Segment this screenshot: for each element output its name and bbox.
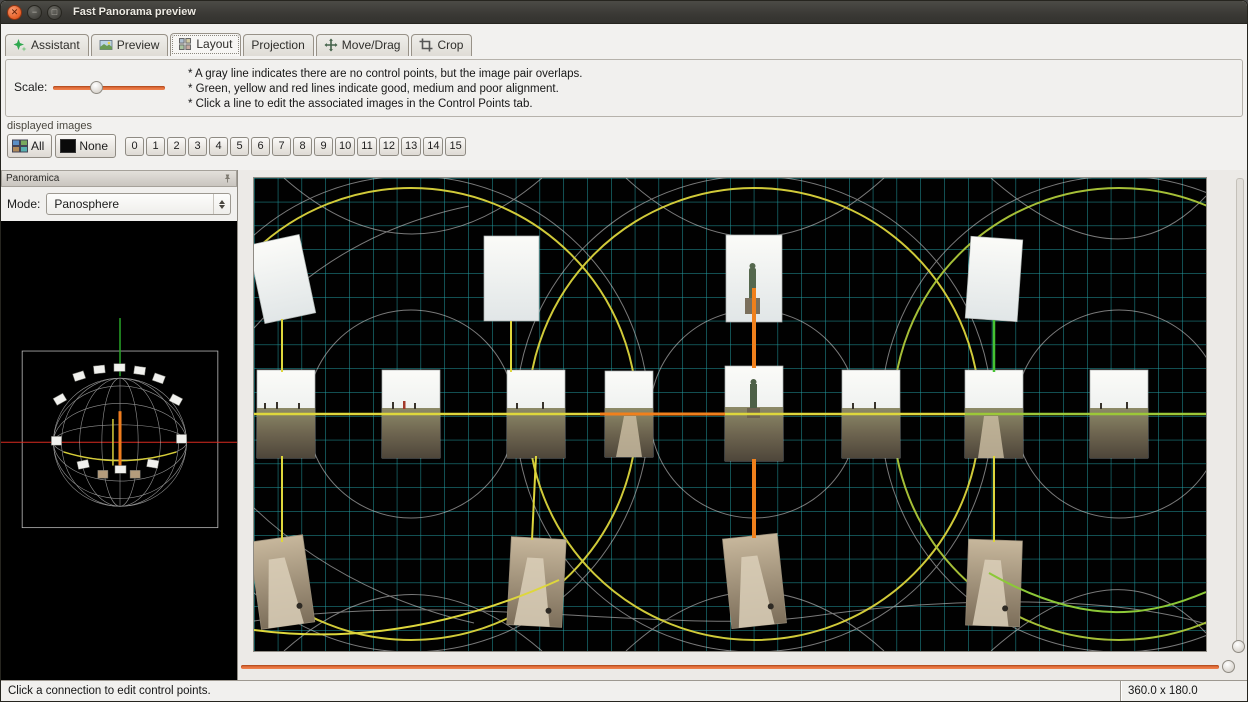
layout-graph [254, 178, 1206, 651]
legend-notes: * A gray line indicates there are no con… [188, 67, 582, 112]
tab-label: Preview [117, 38, 160, 52]
all-images-button[interactable]: All [7, 134, 52, 158]
scale-slider-handle[interactable] [90, 81, 103, 94]
mode-value: Panosphere [54, 197, 119, 211]
image-number-buttons: 0 1 2 3 4 5 6 7 8 9 [125, 137, 466, 156]
tab-crop[interactable]: Crop [411, 34, 472, 56]
image-toggle-button[interactable]: 5 [230, 137, 249, 156]
tab-assistant[interactable]: Assistant [5, 34, 89, 56]
panel-header: Panoramica [1, 170, 237, 187]
mode-select[interactable]: Panosphere [46, 193, 231, 215]
tab-preview[interactable]: Preview [91, 34, 169, 56]
titlebar: ✕ − □ Fast Panorama preview [1, 1, 1247, 24]
image-toggle-button[interactable]: 6 [251, 137, 270, 156]
image-toggle-button[interactable]: 4 [209, 137, 228, 156]
tab-bar: Assistant Preview Layout Projection [1, 24, 1247, 56]
panosphere-wireframe [1, 221, 237, 680]
pin-icon[interactable] [223, 173, 232, 184]
image-toggle-button[interactable]: 9 [314, 137, 333, 156]
all-images-label: All [31, 139, 44, 153]
no-images-icon [60, 139, 76, 153]
legend-note-gray: * A gray line indicates there are no con… [188, 67, 582, 82]
close-button[interactable]: ✕ [7, 5, 22, 20]
displayed-images-row: All None 0 1 2 3 4 [7, 134, 1241, 158]
mode-label: Mode: [7, 197, 40, 211]
spin-down-icon [219, 205, 225, 209]
legend-note-colors: * Green, yellow and red lines indicate g… [188, 82, 582, 97]
spin-up-icon [219, 200, 225, 204]
image-toggle-button[interactable]: 7 [272, 137, 291, 156]
legend-note-click: * Click a line to edit the associated im… [188, 97, 582, 112]
vertical-scrollbar-handle[interactable] [1232, 640, 1245, 653]
vertical-scrollbar[interactable] [1236, 178, 1244, 652]
tab-label: Crop [437, 38, 463, 52]
image-toggle-button[interactable]: 3 [188, 137, 207, 156]
status-message: Click a connection to edit control point… [1, 685, 1120, 697]
image-toggle-button[interactable]: 11 [357, 137, 376, 156]
no-images-label: None [79, 139, 108, 153]
panel-title: Panoramica [6, 173, 59, 184]
tab-move-drag[interactable]: Move/Drag [316, 34, 410, 56]
displayed-images-group: displayed images All None 0 [1, 120, 1247, 170]
move-drag-icon [324, 38, 338, 52]
all-images-icon [12, 139, 28, 153]
scale-label: Scale: [14, 80, 47, 94]
horizontal-scrollbar[interactable] [241, 665, 1219, 669]
mode-row: Mode: Panosphere [1, 187, 237, 221]
tab-projection[interactable]: Projection [243, 34, 313, 56]
tab-label: Projection [251, 38, 304, 52]
panosphere-preview[interactable] [1, 221, 237, 680]
scale-slider-track[interactable] [53, 86, 165, 90]
preview-icon [99, 38, 113, 52]
layout-icon [178, 37, 192, 51]
image-toggle-button[interactable]: 8 [293, 137, 312, 156]
image-toggle-button[interactable]: 14 [423, 137, 443, 156]
info-panel: Scale: * A gray line indicates there are… [5, 59, 1243, 117]
horizontal-scrollbar-handle[interactable] [1222, 660, 1235, 673]
image-toggle-button[interactable]: 1 [146, 137, 165, 156]
scale-row: Scale: [14, 80, 174, 94]
maximize-button[interactable]: □ [47, 5, 62, 20]
main-area: Panoramica Mode: Panosphere [1, 170, 1247, 680]
tab-label: Move/Drag [342, 38, 401, 52]
image-toggle-button[interactable]: 10 [335, 137, 355, 156]
app-window: ✕ − □ Fast Panorama preview Assistant Pr… [0, 0, 1248, 702]
no-images-button[interactable]: None [55, 134, 116, 158]
layout-canvas-area [238, 170, 1247, 680]
panorama-side-panel: Panoramica Mode: Panosphere [1, 170, 238, 680]
crop-icon [419, 38, 433, 52]
scale-slider[interactable] [53, 81, 165, 94]
image-toggle-button[interactable]: 12 [379, 137, 399, 156]
tab-layout[interactable]: Layout [170, 33, 241, 56]
window-title: Fast Panorama preview [73, 6, 196, 18]
image-toggle-button[interactable]: 13 [401, 137, 421, 156]
displayed-images-label: displayed images [7, 120, 1241, 132]
layout-canvas[interactable] [253, 177, 1207, 652]
status-bar: Click a connection to edit control point… [1, 680, 1247, 701]
assistant-icon [13, 38, 27, 52]
tab-label: Assistant [31, 38, 80, 52]
image-toggle-button[interactable]: 15 [445, 137, 465, 156]
minimize-button[interactable]: − [27, 5, 42, 20]
image-toggle-button[interactable]: 2 [167, 137, 186, 156]
combo-spinner-icon[interactable] [213, 194, 230, 214]
canvas-size-readout: 360.0 x 180.0 [1120, 681, 1247, 701]
tab-label: Layout [196, 37, 232, 51]
image-toggle-button[interactable]: 0 [125, 137, 144, 156]
